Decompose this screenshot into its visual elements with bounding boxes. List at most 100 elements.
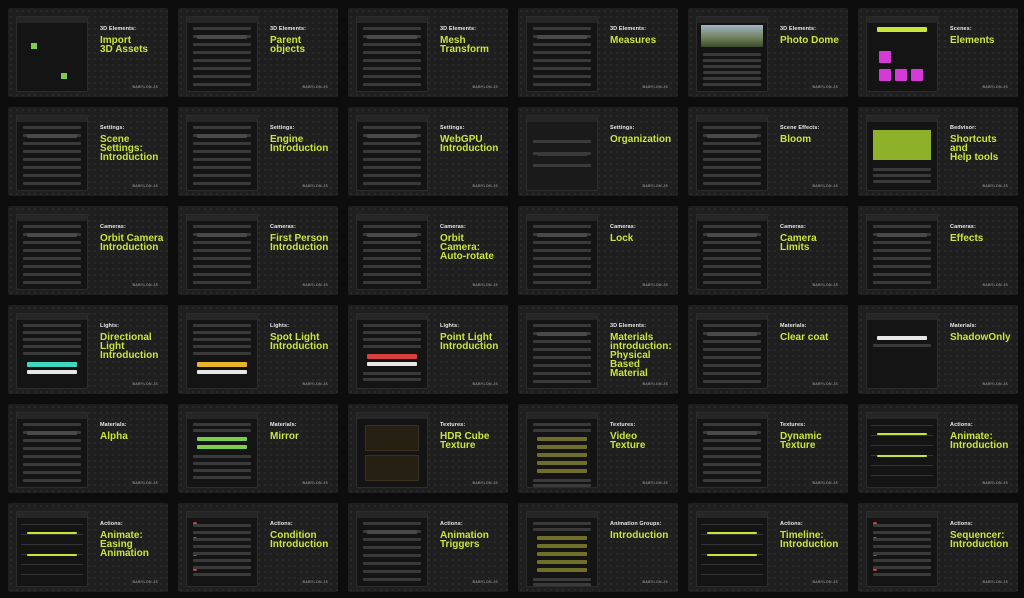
thumb-row [703,380,761,383]
card-category: Cameras: [440,224,466,230]
thumb-row [23,331,81,334]
brand-logo: BABYLON.JS [302,382,328,386]
thumb-row [193,462,251,465]
thumb-header [697,17,767,23]
thumb-row [533,27,591,30]
thumb-row [873,168,931,171]
tutorial-card[interactable]: 3D Elements: Import 3D Assets BABYLON.JS [8,8,168,97]
tutorial-card[interactable]: Bedvisor: Shortcuts and Help tools BABYLON… [858,107,1018,196]
card-title: Engine Introduction [270,134,329,154]
thumb-row [23,225,81,228]
card-title: Materials introduction: Physical Based M… [610,332,672,379]
tutorial-thumbnail [866,214,938,290]
tutorial-card[interactable]: Cameras: Orbit Camera: Auto-rotate BABYLON… [348,206,508,295]
thumb-row [363,51,421,54]
thumb-row [23,463,81,466]
thumb-row [873,180,931,183]
import-icon [61,73,67,79]
brand-logo: BABYLON.JS [642,85,668,89]
tutorial-card[interactable]: Scenes: Elements BABYLON.JS [858,8,1018,97]
thumb-row [703,225,761,228]
tutorial-card[interactable]: Cameras: Effects BABYLON.JS [858,206,1018,295]
thumb-row [23,423,81,426]
tutorial-thumbnail [16,412,88,488]
thumb-row [363,522,421,525]
brand-logo: BABYLON.JS [132,580,158,584]
tutorial-card[interactable]: Scene Effects: Bloom BABYLON.JS [688,107,848,196]
thumb-highlight [197,35,247,39]
tutorial-card[interactable]: Actions: Animate: Easing Animation BABYLON… [8,503,168,592]
thumb-row [703,364,761,367]
tutorial-card[interactable]: Actions: Timeline: Introduction BABYLON.JS [688,503,848,592]
thumb-row [23,158,81,161]
thumb-row [23,479,81,482]
tutorial-card[interactable]: 3D Elements: Materials introduction: Phys… [518,305,678,394]
tutorial-card[interactable]: Cameras: Orbit Camera Introduction BABYLON… [8,206,168,295]
thumb-row [193,566,251,569]
thumb-row [23,352,81,355]
card-category: Settings: [440,125,465,131]
thumb-row [23,249,81,252]
card-title: Spot Light Introduction [270,332,329,352]
tutorial-card[interactable]: Settings: Scene Settings: Introduction BAB… [8,107,168,196]
card-title: First Person Introduction [270,233,329,253]
thumb-highlight [707,431,757,435]
card-category: Bedvisor: [950,125,977,131]
tutorial-card[interactable]: Actions: Sequencer: Introduction BABYLON.J… [858,503,1018,592]
thumb-row [363,546,421,549]
tutorial-card[interactable]: 3D Elements: Photo Dome BABYLON.JS [688,8,848,97]
card-title: Lock [610,233,634,244]
thumb-highlight [367,362,417,366]
tutorial-card[interactable]: Settings: Engine Introduction BABYLON.JS [178,107,338,196]
tutorial-card[interactable]: Textures: Dynamic Texture BABYLON.JS [688,404,848,493]
tutorial-thumbnail [866,115,938,191]
tutorial-card[interactable]: Lights: Directional Light Introduction BAB… [8,305,168,394]
tutorial-card[interactable]: Materials: Alpha BABYLON.JS [8,404,168,493]
card-title: Animate: Easing Animation [100,530,149,559]
tutorial-thumbnail [526,511,598,587]
tutorial-card[interactable]: Textures: Video Texture BABYLON.JS [518,404,678,493]
element-tile [879,51,891,63]
thumb-row [533,429,591,432]
tutorial-card[interactable]: Actions: Condition Introduction BABYLON.JS [178,503,338,592]
tutorial-card[interactable]: Settings: Organization BABYLON.JS [518,107,678,196]
tutorial-card[interactable]: Cameras: Lock BABYLON.JS [518,206,678,295]
card-title: Effects [950,233,984,244]
thumb-highlight [197,134,247,138]
tutorial-card[interactable]: Materials: Clear coat BABYLON.JS [688,305,848,394]
tutorial-thumbnail [696,412,768,488]
brand-logo: BABYLON.JS [302,184,328,188]
tutorial-card[interactable]: Cameras: First Person Introduction BABYLON… [178,206,338,295]
card-title: Bloom [780,134,812,145]
tutorial-thumbnail [16,511,88,587]
tutorial-card[interactable]: Actions: Animate: Introduction BABYLON.JS [858,404,1018,493]
thumb-row [703,265,761,268]
tutorial-card[interactable]: 3D Elements: Mesh Transform BABYLON.JS [348,8,508,97]
tutorial-card[interactable]: Textures: HDR Cube Texture BABYLON.JS [348,404,508,493]
tutorial-card[interactable]: Cameras: Camera Limits BABYLON.JS [688,206,848,295]
thumb-row [873,559,931,562]
thumb-highlight [27,362,77,367]
tutorial-card[interactable]: Materials: ShadowOnly BABYLON.JS [858,305,1018,394]
tutorial-card[interactable]: Materials: Mirror BABYLON.JS [178,404,338,493]
card-category: Scene Effects: [780,125,820,131]
tutorial-card[interactable]: Lights: Point Light Introduction BABYLON.J… [348,305,508,394]
thumb-highlight [367,134,417,138]
card-category: Cameras: [780,224,806,230]
thumb-row [193,225,251,228]
thumb-row [23,166,81,169]
thumb-row [193,241,251,244]
tutorial-card[interactable]: 3D Elements: Measures BABYLON.JS [518,8,678,97]
tutorial-card[interactable]: Lights: Spot Light Introduction BABYLON.JS [178,305,338,394]
tutorial-card[interactable]: Animation Groups: Introduction BABYLON.JS [518,503,678,592]
card-category: 3D Elements: [610,26,647,32]
tutorial-card[interactable]: 3D Elements: Parent objects BABYLON.JS [178,8,338,97]
thumb-row [703,455,761,458]
thumb-row [193,182,251,185]
thumb-row [873,265,931,268]
tutorial-card[interactable]: Actions: Animation Triggers BABYLON.JS [348,503,508,592]
thumb-row [873,273,931,276]
brand-logo: BABYLON.JS [132,184,158,188]
tutorial-card[interactable]: Settings: WebGPU Introduction BABYLON.JS [348,107,508,196]
timeline-track [871,425,933,426]
